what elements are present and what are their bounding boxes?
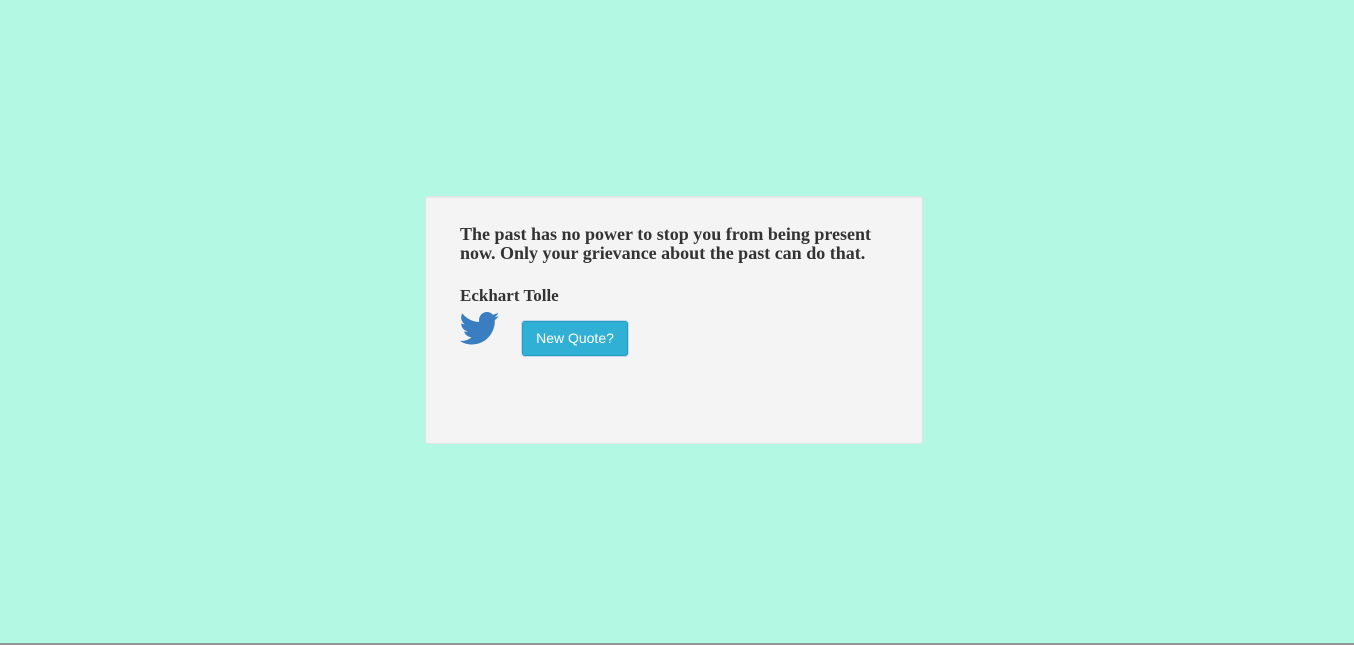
quote-card: The past has no power to stop you from b…	[425, 196, 923, 444]
quote-author: Eckhart Tolle	[460, 286, 559, 305]
twitter-bird-icon	[460, 312, 500, 345]
quote-text: The past has no power to stop you from b…	[460, 224, 872, 263]
new-quote-button[interactable]: New Quote?	[522, 321, 628, 356]
tweet-quote-button[interactable]	[460, 312, 500, 346]
